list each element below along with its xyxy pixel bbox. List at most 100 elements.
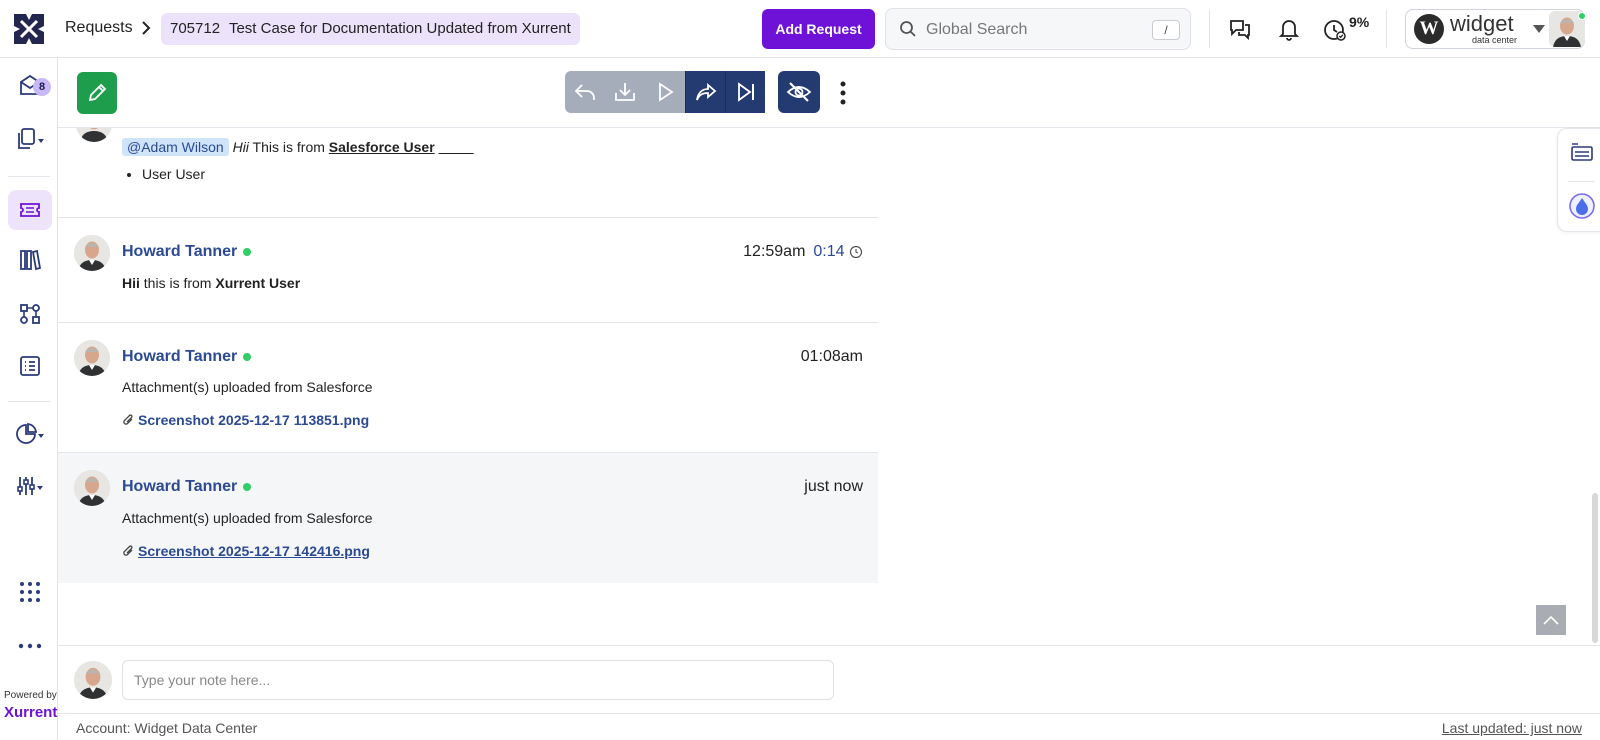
sidebar-item-workflows[interactable]: [8, 294, 52, 334]
right-side-panel: [1557, 128, 1600, 232]
sidebar-item-inbox[interactable]: 8: [8, 66, 52, 106]
card-details-icon[interactable]: [1570, 141, 1594, 165]
global-search-input[interactable]: [926, 17, 1146, 43]
note-text: This is from: [248, 139, 329, 155]
download-icon: [613, 80, 637, 104]
global-search[interactable]: /: [885, 8, 1191, 50]
copy-icon: [15, 127, 45, 151]
paperclip-icon: [122, 544, 135, 558]
note-body: Attachment(s) uploaded from Salesforce: [122, 510, 373, 526]
add-request-button[interactable]: Add Request: [762, 9, 875, 49]
reply-button[interactable]: [565, 71, 605, 113]
note-bold-link: Salesforce User: [328, 139, 435, 155]
ticket-icon: [18, 198, 42, 222]
note-author[interactable]: Howard Tanner: [122, 243, 252, 261]
xurrent-logo-icon[interactable]: [12, 12, 46, 46]
play-icon: [653, 80, 677, 104]
note-time: 01:08am: [800, 348, 863, 365]
note-item: Howard Tanner 12:59am 0:14 Hii this is fr…: [58, 218, 878, 323]
inbox-badge: 8: [33, 78, 51, 96]
search-icon: [899, 20, 917, 38]
powered-by-label: Powered by: [4, 690, 57, 701]
reply-icon: [573, 80, 597, 104]
online-status-dot: [243, 352, 252, 361]
note-item: Howard Tanner just now Attachment(s) upl…: [58, 453, 878, 583]
time-tracking-percent: 9%: [1349, 14, 1370, 30]
author-avatar: [74, 470, 110, 506]
powered-by-brand[interactable]: Xurrent: [4, 704, 57, 721]
edit-button[interactable]: [77, 72, 117, 114]
sidebar-item-requests[interactable]: [8, 190, 52, 230]
current-user-avatar: [74, 661, 112, 699]
hide-button[interactable]: [778, 71, 820, 113]
attachment-name[interactable]: Screenshot 2025-12-17 142416.png: [138, 543, 370, 559]
top-bar: Requests 705712 Test Case for Documentat…: [0, 0, 1600, 58]
sidebar-item-settings[interactable]: [8, 466, 52, 506]
sidebar-item-analytics[interactable]: [8, 414, 52, 454]
workflow-icon: [18, 302, 42, 326]
note-body: Attachment(s) uploaded from Salesforce: [122, 379, 373, 395]
online-status-dot: [243, 247, 252, 256]
download-button[interactable]: [605, 71, 645, 113]
sidebar-item-library[interactable]: [8, 240, 52, 280]
time-tracking-icon[interactable]: [1323, 18, 1347, 42]
author-avatar: [74, 340, 110, 376]
note-input[interactable]: [122, 660, 834, 700]
forward-icon: [694, 80, 718, 104]
breadcrumb-requests[interactable]: Requests: [65, 19, 133, 37]
notes-list: @Adam Wilson Hii This is from Salesforce…: [58, 128, 878, 598]
bell-icon[interactable]: [1278, 17, 1300, 41]
account-brand-sub: data center: [1472, 35, 1518, 45]
eye-off-icon: [786, 80, 812, 104]
divider: [8, 401, 50, 402]
note-time: 12:59am 0:14: [743, 243, 863, 261]
left-sidebar: 8 Powered by Xurrent: [0, 58, 58, 740]
attachment-link[interactable]: Screenshot 2025-12-17 142416.png: [122, 543, 370, 559]
note-trailing: __ __: [438, 139, 474, 155]
scroll-to-top-button[interactable]: [1536, 605, 1566, 635]
mention-tag[interactable]: @Adam Wilson: [122, 138, 229, 156]
clock-check-icon: [849, 245, 863, 259]
more-options-button[interactable]: [833, 78, 853, 108]
time-spent[interactable]: 0:14: [813, 243, 844, 260]
sliders-icon: [15, 474, 45, 498]
note-bullet-list: User User: [142, 166, 205, 182]
online-status-dot: [1578, 12, 1586, 20]
forward-button[interactable]: [685, 71, 725, 113]
sidebar-item-more[interactable]: [8, 626, 52, 666]
ai-assistant-icon[interactable]: [1568, 192, 1596, 220]
skip-to-end-button[interactable]: [725, 71, 765, 113]
divider: [1386, 10, 1387, 48]
request-toolbar: [58, 58, 1600, 128]
account-switcher[interactable]: W widget data center: [1405, 9, 1586, 49]
search-shortcut-key: /: [1152, 20, 1180, 40]
attachment-link[interactable]: Screenshot 2025-12-17 113851.png: [122, 412, 369, 428]
divider: [8, 176, 50, 177]
caret-down-icon[interactable]: [1532, 24, 1546, 34]
pie-chart-icon: [15, 422, 45, 446]
paperclip-icon: [122, 413, 135, 427]
breadcrumb-current-request: 705712 Test Case for Documentation Updat…: [161, 13, 580, 45]
chat-icon[interactable]: [1228, 17, 1252, 41]
widget-logo-icon: W: [1414, 14, 1444, 44]
author-avatar: [74, 235, 110, 271]
note-bullet-item: User User: [142, 166, 205, 182]
online-status-dot: [243, 482, 252, 491]
library-icon: [18, 248, 42, 272]
sidebar-item-copy[interactable]: [8, 119, 52, 159]
list-icon: [18, 354, 42, 378]
play-button[interactable]: [645, 71, 685, 113]
sidebar-item-apps[interactable]: [8, 572, 52, 612]
note-italic-text: Hii: [232, 139, 249, 155]
sidebar-item-tasks[interactable]: [8, 346, 52, 386]
note-author[interactable]: Howard Tanner: [122, 348, 252, 366]
divider: [1209, 10, 1210, 48]
note-item: Howard Tanner 01:08am Attachment(s) uplo…: [58, 323, 878, 453]
note-author[interactable]: Howard Tanner: [122, 478, 252, 496]
last-updated-link[interactable]: Last updated: just now: [1442, 720, 1582, 736]
account-brand: widget: [1450, 11, 1514, 36]
request-number: 705712: [170, 20, 221, 37]
divider: [1568, 181, 1594, 182]
attachment-name[interactable]: Screenshot 2025-12-17 113851.png: [138, 412, 369, 428]
scrollbar[interactable]: [1592, 493, 1598, 643]
